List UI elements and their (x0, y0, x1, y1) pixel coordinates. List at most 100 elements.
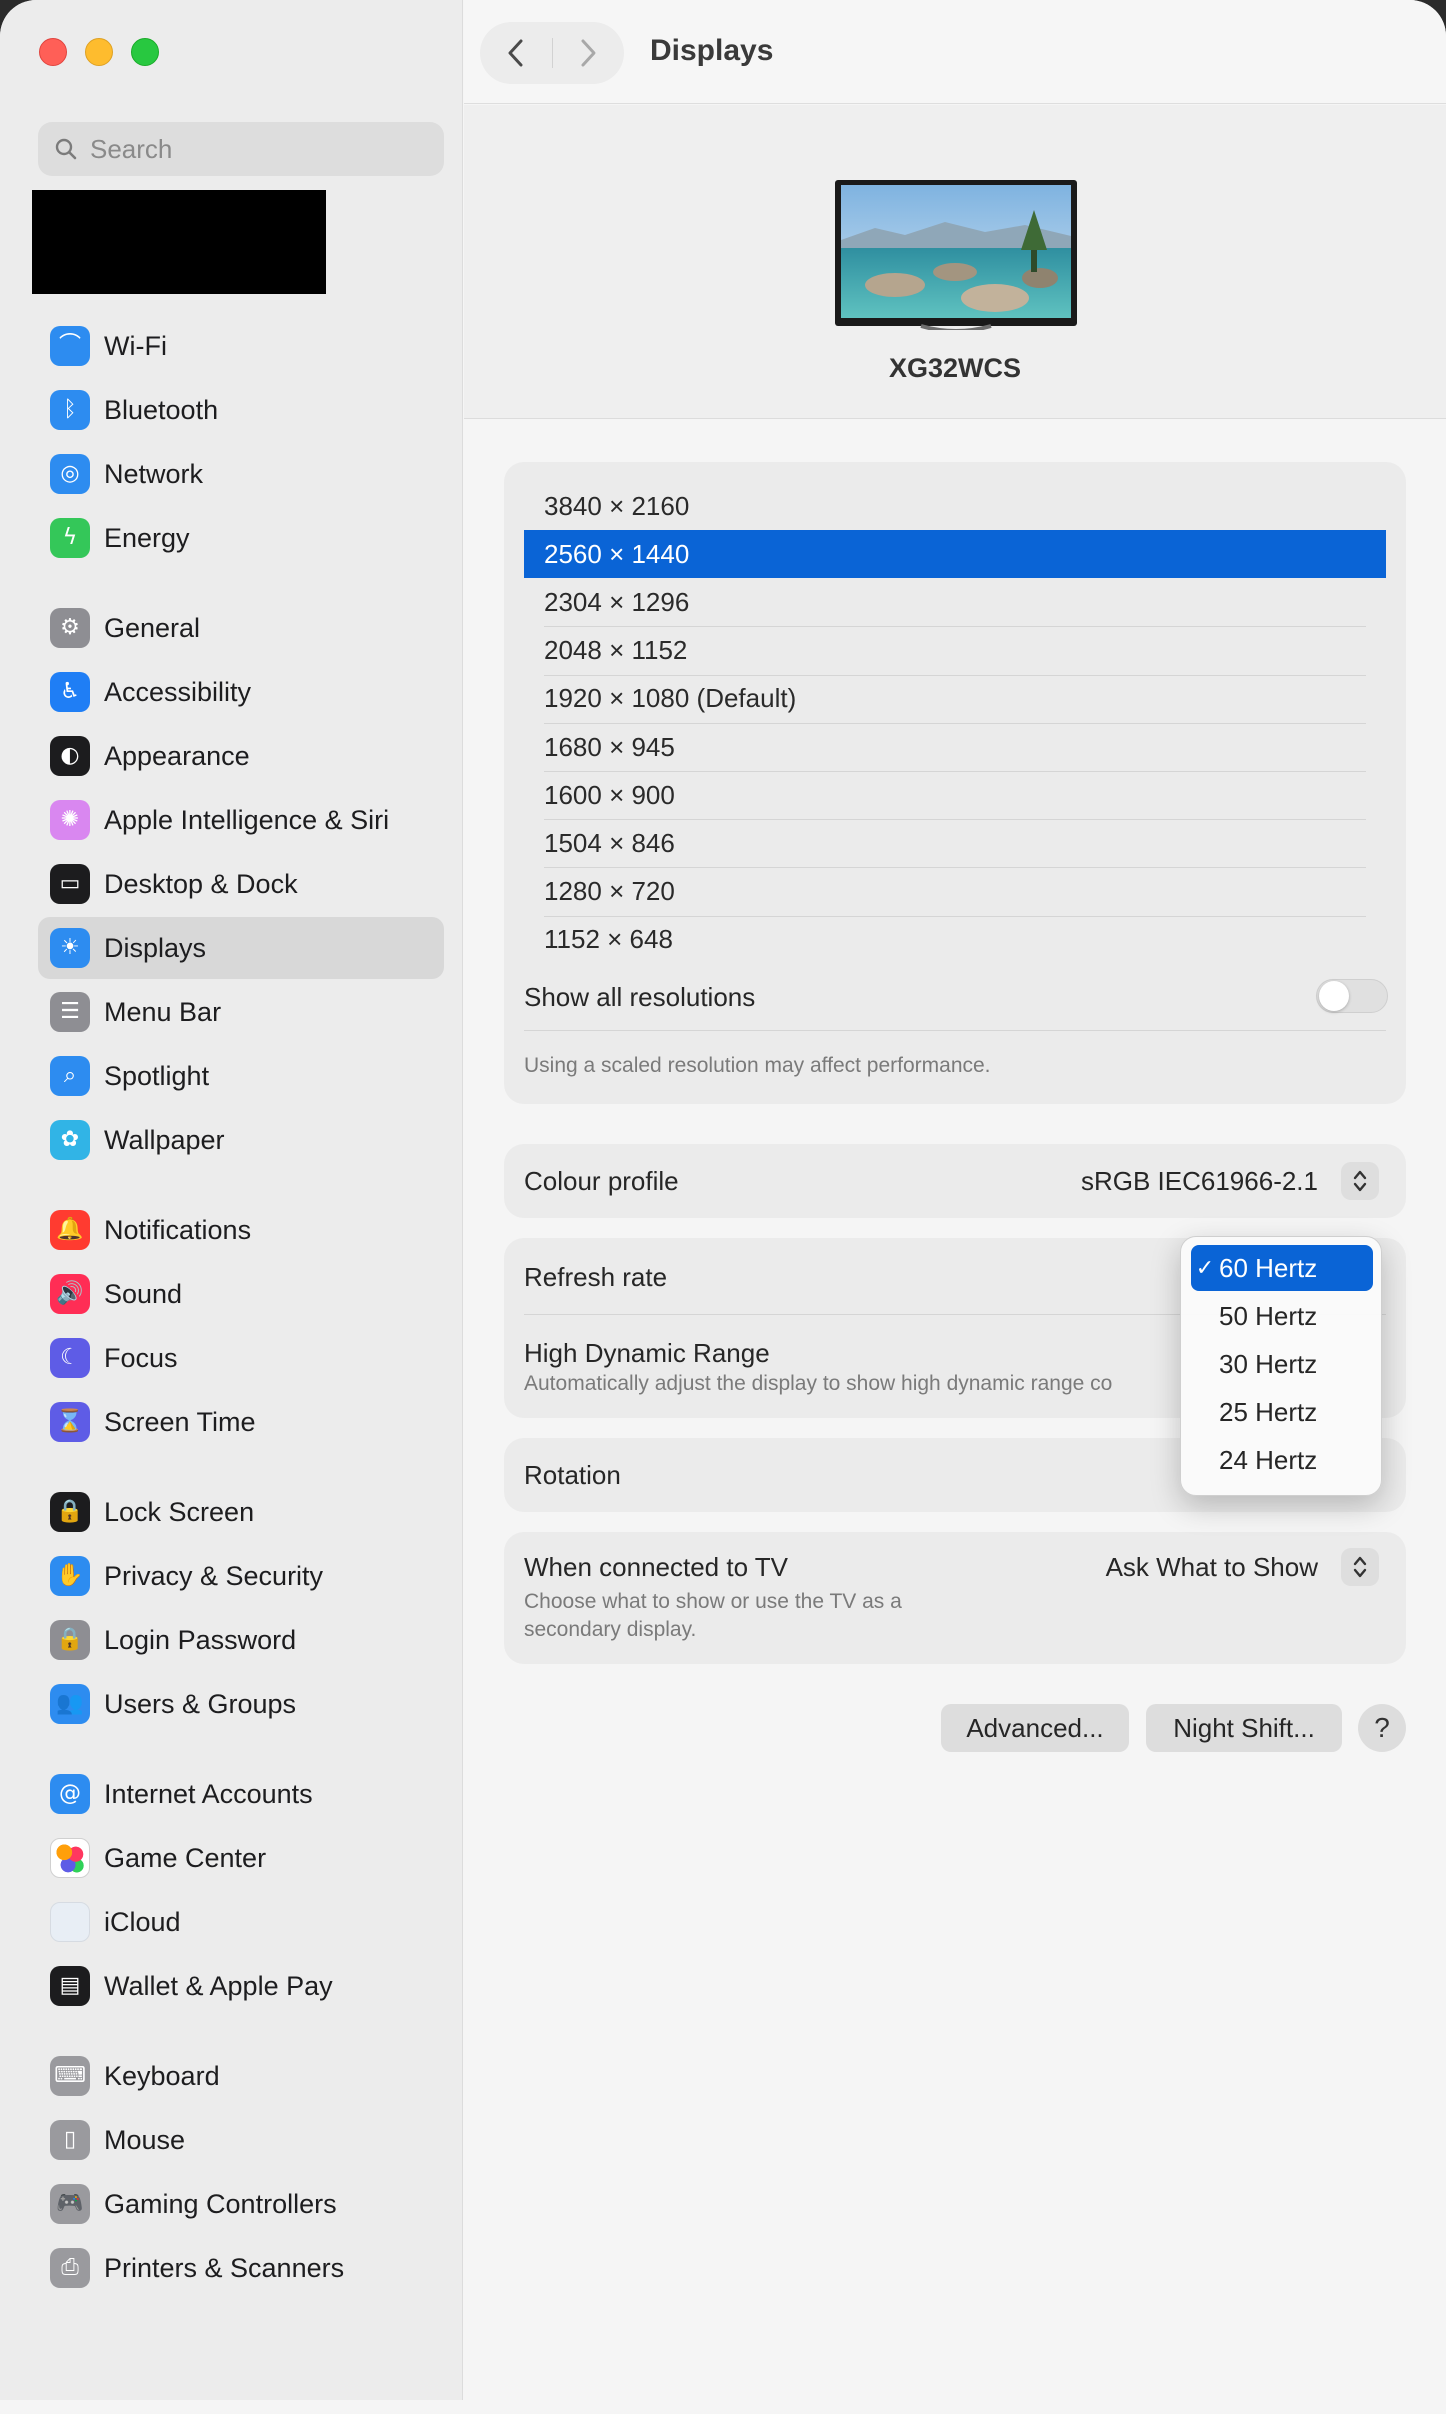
sidebar-item-general[interactable]: ⚙ General (38, 597, 444, 659)
sidebar-item-appearance[interactable]: ◐ Appearance (38, 725, 444, 787)
sidebar-item-bluetooth[interactable]: ᛒ Bluetooth (38, 379, 444, 441)
sidebar-item-screen-time[interactable]: ⌛ Screen Time (38, 1391, 444, 1453)
resolution-option[interactable]: 1152 × 648 (524, 916, 1386, 964)
forward-button[interactable] (553, 22, 625, 84)
advanced-button[interactable]: Advanced... (941, 1704, 1129, 1752)
back-button[interactable] (480, 22, 552, 84)
sidebar-item-label: iCloud (104, 1906, 181, 1937)
sidebar-item-displays[interactable]: ☀ Displays (38, 917, 444, 979)
resolution-option[interactable]: 3840 × 2160 (524, 482, 1386, 530)
sidebar-item-privacy-security[interactable]: ✋ Privacy & Security (38, 1545, 444, 1607)
toggle-knob (1319, 981, 1349, 1011)
sidebar-item-wallpaper[interactable]: ✿ Wallpaper (38, 1109, 444, 1171)
sidebar-item-sound[interactable]: 🔊 Sound (38, 1263, 444, 1325)
page-title: Displays (650, 34, 774, 67)
resolution-option[interactable]: 1504 × 846 (524, 819, 1386, 867)
magnifier-icon: ⌕ (50, 1056, 90, 1096)
flower-icon: ✿ (50, 1120, 90, 1160)
hdr-label: High Dynamic Range (524, 1338, 770, 1368)
sidebar-item-focus[interactable]: ☾ Focus (38, 1327, 444, 1389)
sidebar-item-icloud[interactable]: iCloud (38, 1891, 444, 1953)
chevron-left-icon (508, 39, 523, 67)
sidebar-item-wi-fi[interactable]: ⌒ Wi-Fi (38, 315, 444, 377)
refresh-rate-option-label: 25 Hertz (1219, 1396, 1318, 1427)
sidebar-item-users-groups[interactable]: 👥 Users & Groups (38, 1673, 444, 1735)
resolution-option[interactable]: 1600 × 900 (524, 771, 1386, 819)
history-nav (480, 22, 624, 84)
resolution-option[interactable]: 2304 × 1296 (524, 578, 1386, 626)
sidebar-item-label: Sound (104, 1278, 183, 1309)
siri-icon: ✺ (50, 800, 90, 840)
sidebar-item-label: Menu Bar (104, 996, 222, 1027)
resolution-option[interactable]: 1920 × 1080 (Default) (524, 675, 1386, 723)
sidebar-item-notifications[interactable]: 🔔 Notifications (38, 1199, 444, 1261)
close-window-button[interactable] (39, 38, 67, 66)
mouse-icon: ▯ (50, 2120, 90, 2160)
sidebar-item-label: Users & Groups (104, 1688, 297, 1719)
sidebar-item-apple-intelligence-siri[interactable]: ✺ Apple Intelligence & Siri (38, 789, 444, 851)
sidebar-item-accessibility[interactable]: ♿ Accessibility (38, 661, 444, 723)
keyboard-icon: ⌨ (50, 2056, 90, 2096)
sidebar-item-menu-bar[interactable]: ☰ Menu Bar (38, 981, 444, 1043)
colour-profile-label: Colour profile (524, 1166, 679, 1196)
sidebar-item-login-password[interactable]: 🔒 Login Password (38, 1609, 444, 1671)
sidebar-item-desktop-dock[interactable]: ▭ Desktop & Dock (38, 853, 444, 915)
resolution-card: 3840 × 2160 2560 × 1440 2304 × 1296 2048 × … (504, 462, 1406, 1104)
refresh-rate-option-label: 50 Hertz (1219, 1300, 1318, 1331)
refresh-rate-option[interactable]: ✓ 60 Hertz (1191, 1245, 1373, 1291)
sidebar-item-gaming-controllers[interactable]: 🎮 Gaming Controllers (38, 2173, 444, 2235)
sidebar-item-network[interactable]: ◎ Network (38, 443, 444, 505)
sidebar-item-label: Apple Intelligence & Siri (104, 804, 390, 835)
sidebar-item-label: Gaming Controllers (104, 2188, 337, 2219)
tv-card: When connected to TV Choose what to show… (504, 1532, 1406, 1664)
refresh-rate-option[interactable]: 30 Hertz (1191, 1341, 1373, 1387)
hourglass-icon: ⌛ (50, 1402, 90, 1442)
help-button[interactable]: ? (1358, 1704, 1406, 1752)
resolution-option[interactable]: 1680 × 945 (524, 723, 1386, 771)
checkmark-icon: ✓ (1195, 1255, 1215, 1281)
sidebar-item-energy[interactable]: ϟ Energy (38, 507, 444, 569)
sidebar-item-keyboard[interactable]: ⌨ Keyboard (38, 2045, 444, 2107)
minimize-window-button[interactable] (85, 38, 113, 66)
tv-popup-button[interactable] (1341, 1548, 1379, 1586)
sidebar-item-mouse[interactable]: ▯ Mouse (38, 2109, 444, 2171)
sidebar-item-label: Wi-Fi (104, 330, 167, 361)
icloud-icon (50, 1902, 90, 1942)
refresh-rate-option[interactable]: 50 Hertz (1191, 1293, 1373, 1339)
colour-profile-popup-button[interactable] (1341, 1162, 1379, 1200)
rotation-label: Rotation (524, 1460, 621, 1490)
resolution-option[interactable]: 2048 × 1152 (524, 627, 1386, 675)
sidebar-item-label: Network (104, 458, 204, 489)
resolution-option[interactable]: 2560 × 1440 (524, 530, 1386, 579)
zoom-window-button[interactable] (131, 38, 159, 66)
sidebar-item-label: Screen Time (104, 1406, 256, 1437)
sidebar-item-game-center[interactable]: Game Center (38, 1827, 444, 1889)
refresh-rate-option[interactable]: 24 Hertz (1191, 1437, 1373, 1483)
tv-description-line1: Choose what to show or use the TV as a (524, 1590, 902, 1613)
sidebar-item-printers-scanners[interactable]: ⎙ Printers & Scanners (38, 2237, 444, 2299)
show-all-resolutions-toggle[interactable] (1316, 979, 1388, 1013)
tv-value[interactable]: Ask What to Show (1106, 1552, 1318, 1583)
refresh-rate-option[interactable]: 25 Hertz (1191, 1389, 1373, 1435)
sidebar-item-spotlight[interactable]: ⌕ Spotlight (38, 1045, 444, 1107)
sidebar-item-internet-accounts[interactable]: @ Internet Accounts (38, 1763, 444, 1825)
search-input[interactable] (90, 133, 410, 165)
divider (524, 1030, 1386, 1031)
sidebar-item-label: Focus (104, 1342, 178, 1373)
sidebar-item-label: Accessibility (104, 676, 252, 707)
sidebar-item-wallet-apple-pay[interactable]: ▤ Wallet & Apple Pay (38, 1955, 444, 2017)
colour-profile-value[interactable]: sRGB IEC61966-2.1 (1081, 1166, 1318, 1197)
settings-window: ⌒ Wi-Fi ᛒ Bluetooth ◎ Network ϟ Energy ⚙ General ♿… (0, 0, 1446, 2414)
search-field[interactable] (38, 122, 444, 176)
sidebar-item-label: Privacy & Security (104, 1560, 324, 1591)
scaled-resolution-note: Using a scaled resolution may affect per… (524, 1054, 991, 1077)
speaker-icon: 🔊 (50, 1274, 90, 1314)
printer-icon: ⎙ (50, 2248, 90, 2288)
refresh-rate-option-label: 30 Hertz (1219, 1348, 1318, 1379)
bolt-icon: ϟ (50, 518, 90, 558)
resolution-option[interactable]: 1280 × 720 (524, 868, 1386, 916)
dock-icon: ▭ (50, 864, 90, 904)
night-shift-button[interactable]: Night Shift... (1146, 1704, 1342, 1752)
sidebar-item-lock-screen[interactable]: 🔒 Lock Screen (38, 1481, 444, 1543)
monitor-thumbnail[interactable] (835, 180, 1077, 330)
